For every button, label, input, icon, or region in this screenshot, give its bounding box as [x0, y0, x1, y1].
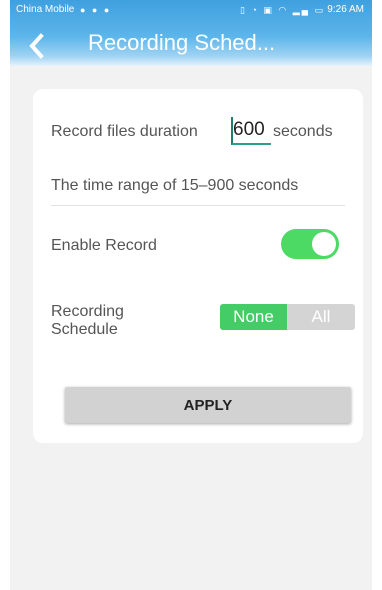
nav-bar: Recording Sched... [10, 26, 372, 66]
recording-schedule-selector: None All [220, 304, 355, 330]
apply-button[interactable]: APPLY [65, 387, 351, 423]
record-duration-input[interactable] [231, 117, 271, 145]
system-status-icons: ▯ ◔ ▣ ◠ ▂▄ ▭ [240, 5, 326, 15]
status-bar: China Mobile ● ● ● ▯ ◔ ▣ ◠ ▂▄ ▭ 9:26 AM [10, 0, 372, 20]
schedule-option-none[interactable]: None [220, 304, 287, 330]
schedule-option-all[interactable]: All [287, 304, 355, 330]
app-header: China Mobile ● ● ● ▯ ◔ ▣ ◠ ▂▄ ▭ 9:26 AM … [10, 0, 372, 66]
toggle-knob [312, 232, 336, 256]
duration-range-hint: The time range of 15–900 seconds [51, 177, 299, 194]
settings-card: Record files duration seconds The time r… [33, 89, 363, 443]
chevron-left-icon [29, 33, 44, 59]
back-button[interactable] [24, 26, 54, 66]
notification-icons: ● ● ● [80, 5, 112, 15]
phone-screen: China Mobile ● ● ● ▯ ◔ ▣ ◠ ▂▄ ▭ 9:26 AM … [10, 0, 372, 590]
status-clock: 9:26 AM [327, 4, 364, 15]
record-duration-label: Record files duration [51, 123, 198, 140]
page-title: Recording Sched... [88, 30, 276, 55]
carrier-name: China Mobile [16, 4, 75, 15]
enable-record-toggle[interactable] [281, 229, 339, 259]
divider [51, 205, 345, 206]
recording-schedule-label: Recording Schedule [51, 303, 124, 338]
record-duration-unit: seconds [273, 123, 333, 140]
enable-record-label: Enable Record [51, 237, 157, 254]
